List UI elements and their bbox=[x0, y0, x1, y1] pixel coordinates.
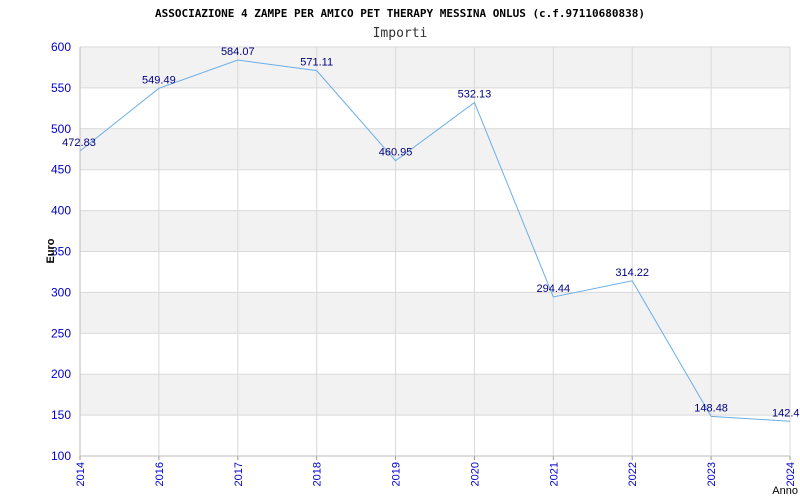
y-tick-label: 500 bbox=[51, 122, 71, 136]
plot-band bbox=[80, 47, 790, 88]
data-label: 532.13 bbox=[458, 89, 492, 101]
plot-band bbox=[80, 210, 790, 252]
data-label: 142.48 bbox=[772, 407, 800, 419]
x-tick-label: 2023 bbox=[706, 462, 718, 486]
y-tick-label: 200 bbox=[51, 367, 71, 381]
chart-subtitle: Importi bbox=[373, 26, 428, 41]
x-tick-labels: 2014 2016 2017 2018 2019 2020 2021 2022 2023 2024 bbox=[75, 462, 797, 486]
x-tick-label: 2016 bbox=[154, 462, 166, 486]
x-tick-label: 2020 bbox=[469, 462, 481, 486]
plot-band bbox=[80, 292, 790, 334]
plot-band bbox=[80, 374, 790, 416]
plot-band bbox=[80, 251, 790, 293]
plot-band bbox=[80, 87, 790, 129]
data-label: 460.95 bbox=[379, 147, 413, 159]
x-tick-label: 2017 bbox=[233, 462, 245, 486]
data-label: 314.22 bbox=[615, 267, 649, 279]
x-tick-label: 2024 bbox=[785, 462, 797, 486]
y-tick-label: 600 bbox=[51, 40, 71, 54]
x-axis-label: Anno bbox=[772, 485, 798, 497]
data-label: 472.83 bbox=[62, 137, 96, 149]
data-label: 584.07 bbox=[221, 46, 255, 58]
data-label: 549.49 bbox=[142, 74, 176, 86]
y-axis-label: Euro bbox=[45, 238, 57, 263]
plot-band bbox=[80, 169, 790, 211]
y-tick-label: 550 bbox=[51, 81, 71, 95]
y-tick-label: 250 bbox=[51, 326, 71, 340]
chart-title: ASSOCIAZIONE 4 ZAMPE PER AMICO PET THERA… bbox=[155, 7, 645, 20]
data-label: 148.48 bbox=[694, 402, 728, 414]
y-tick-label: 100 bbox=[51, 449, 71, 463]
y-tick-label: 450 bbox=[51, 163, 71, 177]
data-label: 571.11 bbox=[300, 57, 333, 69]
y-tick-label: 300 bbox=[51, 285, 71, 299]
data-label: 294.44 bbox=[537, 283, 571, 295]
chart-svg: 100150200250300350400450500550600 2014 20… bbox=[45, 7, 800, 497]
y-tick-label: 150 bbox=[51, 408, 71, 422]
plot-band bbox=[80, 415, 790, 456]
x-tick-label: 2018 bbox=[312, 462, 324, 486]
x-tick-label: 2021 bbox=[548, 462, 560, 486]
x-tick-label: 2014 bbox=[75, 462, 87, 486]
y-tick-label: 400 bbox=[51, 204, 71, 218]
plot-band bbox=[80, 128, 790, 170]
x-tick-label: 2019 bbox=[391, 462, 403, 486]
x-tick-label: 2022 bbox=[627, 462, 639, 486]
